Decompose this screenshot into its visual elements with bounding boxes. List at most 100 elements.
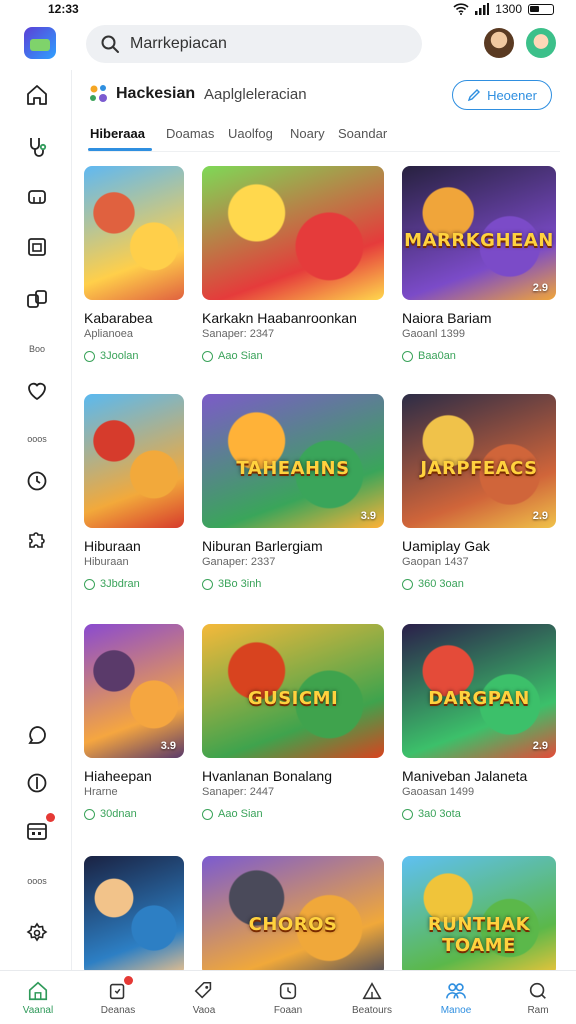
- bottom-nav-label: Ram: [527, 1005, 549, 1016]
- puzzle-icon[interactable]: [22, 524, 52, 554]
- product-card[interactable]: GUSICMI Hvanlanan Bonalang Sanaper: 2447 Aa…: [202, 624, 384, 820]
- home-icon: [26, 979, 50, 1003]
- card-price: Aao Sian: [202, 808, 384, 820]
- avatar[interactable]: [484, 28, 514, 58]
- bottom-nav-item[interactable]: Beatours: [340, 979, 404, 1016]
- product-card[interactable]: DARGPAN 2.9 Maniveban Jalaneta Gaoasan 1499…: [402, 624, 556, 820]
- bottom-nav-item[interactable]: Manoe: [424, 979, 488, 1016]
- card-price: 3Bo 3inh: [202, 578, 384, 590]
- game-thumbnail[interactable]: [84, 856, 184, 976]
- home-icon[interactable]: [22, 80, 52, 110]
- card-price: 3Jbdran: [84, 578, 184, 590]
- page-title: Hackesian: [116, 85, 196, 102]
- clock-icon[interactable]: [22, 466, 52, 496]
- rating-badge: 3.9: [160, 740, 176, 752]
- settings-icon[interactable]: [22, 918, 52, 948]
- info-icon[interactable]: [22, 768, 52, 798]
- edit-icon: [467, 89, 481, 102]
- battery-icon: [528, 3, 554, 15]
- card-subtitle: Gaopan 1437: [402, 556, 469, 568]
- card-price-label: Baa0an: [418, 350, 456, 362]
- product-card[interactable]: [84, 856, 184, 976]
- coin-icon: [202, 578, 213, 590]
- product-card[interactable]: Hiburaan Hiburaan 3Jbdran: [84, 394, 184, 590]
- wifi-icon: [453, 3, 469, 15]
- bell-icon: [106, 976, 133, 1003]
- product-card[interactable]: TAHEAHNS 3.9 Niburan Barlergiam Ganaper: 23…: [202, 394, 384, 590]
- game-thumbnail[interactable]: DARGPAN 2.9: [402, 624, 556, 758]
- coin-icon: [202, 808, 213, 820]
- sidebar-label: Boo: [28, 344, 45, 354]
- window-icon[interactable]: [22, 232, 52, 262]
- heart-icon[interactable]: [22, 376, 52, 406]
- game-thumbnail[interactable]: MARRKGHEAN 2.9: [402, 166, 556, 300]
- card-price: Baa0an: [402, 350, 556, 362]
- bottom-nav-label: Manoe: [440, 1005, 472, 1016]
- tent-icon: [360, 979, 384, 1003]
- app-logo[interactable]: [24, 27, 56, 59]
- product-card[interactable]: RUNTHAK TOAME: [402, 856, 556, 976]
- card-price: Aao Sian: [202, 350, 384, 362]
- tab-item[interactable]: Uaolfog: [228, 126, 273, 141]
- game-thumbnail[interactable]: [202, 166, 384, 300]
- game-thumbnail[interactable]: 3.9: [84, 624, 184, 758]
- card-price-label: 30dnan: [100, 808, 137, 820]
- bottom-nav-label: Vaoa: [192, 1005, 216, 1016]
- tab-item[interactable]: Soandar: [338, 126, 387, 141]
- cards-icon[interactable]: [22, 284, 52, 314]
- thumbnail-title-art: CHOROS: [248, 913, 338, 935]
- rating-badge: 2.9: [532, 510, 548, 522]
- tag-icon: [192, 979, 216, 1003]
- bottom-nav-item[interactable]: Ram: [506, 979, 570, 1016]
- page-subtitle: Aaplgleleracian: [204, 86, 307, 103]
- coin-icon: [402, 578, 413, 590]
- rating-badge: 2.9: [532, 282, 548, 294]
- stethoscope-icon[interactable]: [22, 132, 52, 162]
- game-thumbnail[interactable]: RUNTHAK TOAME: [402, 856, 556, 976]
- bottom-nav-item[interactable]: Foaan: [256, 979, 320, 1016]
- thumbnail-title-art: JARPFEACS: [420, 458, 538, 480]
- game-thumbnail[interactable]: [84, 166, 184, 300]
- product-card[interactable]: Kabarabea Aplianoea 3Joolan: [84, 166, 184, 362]
- card-title: Hvanlanan Bonalang: [202, 768, 332, 784]
- bottom-nav-home[interactable]: Vaanal: [6, 979, 70, 1016]
- product-card[interactable]: JARPFEACS 2.9 Uamiplay Gak Gaopan 1437 360 3…: [402, 394, 556, 590]
- product-card[interactable]: CHOROS: [202, 856, 384, 976]
- game-thumbnail[interactable]: [84, 394, 184, 528]
- bottom-nav-label: Vaanal: [22, 1005, 54, 1016]
- game-thumbnail[interactable]: GUSICMI: [202, 624, 384, 758]
- card-price: 360 3oan: [402, 578, 556, 590]
- card-price-label: 360 3oan: [418, 578, 464, 590]
- cap-icon[interactable]: [22, 182, 52, 212]
- card-price-label: 3Bo 3inh: [218, 578, 262, 590]
- clock-icon: [276, 979, 300, 1003]
- tab-item[interactable]: Hiberaaa: [90, 126, 145, 141]
- notification-dot: [124, 976, 133, 985]
- coin-icon: [84, 350, 95, 362]
- card-subtitle: Ganaper: 2337: [202, 556, 276, 568]
- calendar-icon[interactable]: [22, 813, 55, 846]
- game-thumbnail[interactable]: JARPFEACS 2.9: [402, 394, 556, 528]
- tab-item[interactable]: Noary: [290, 126, 325, 141]
- bottom-nav-item[interactable]: Vaoa: [172, 979, 236, 1016]
- product-card[interactable]: 3.9 Hiaheepan Hrarne 30dnan: [84, 624, 184, 820]
- game-thumbnail[interactable]: TAHEAHNS 3.9: [202, 394, 384, 528]
- sidebar-label: ooos: [27, 434, 47, 444]
- card-title: Naiora Bariam: [402, 310, 492, 326]
- search-bar[interactable]: [86, 25, 422, 63]
- search-input[interactable]: [130, 35, 390, 53]
- product-card[interactable]: MARRKGHEAN 2.9 Naiora Bariam Gaoanl 1399 Baa…: [402, 166, 556, 362]
- card-title: Karkakn Haabanroonkan: [202, 310, 357, 326]
- card-title: Hiaheepan: [84, 768, 152, 784]
- coin-icon: [402, 808, 413, 820]
- chat-icon[interactable]: [22, 720, 52, 750]
- card-subtitle: Aplianoea: [84, 328, 133, 340]
- category-tabs: Hiberaaa Doamas Uaolfog Noary Soandar: [88, 122, 560, 152]
- content-header: Hackesian Aaplgleleracian Heoener: [88, 80, 560, 114]
- bottom-nav-item[interactable]: Deanas: [86, 976, 150, 1016]
- header-action-button[interactable]: Heoener: [452, 80, 552, 110]
- tab-item[interactable]: Doamas: [166, 126, 214, 141]
- game-thumbnail[interactable]: CHOROS: [202, 856, 384, 976]
- product-card[interactable]: Karkakn Haabanroonkan Sanaper: 2347 Aao Si…: [202, 166, 384, 362]
- avatar[interactable]: [526, 28, 556, 58]
